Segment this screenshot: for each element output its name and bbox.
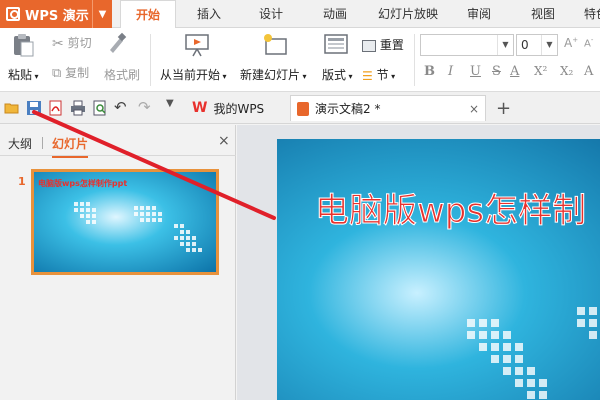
quick-access-toolbar: ↶ ↷ ▼ W 我的WPS 演示文稿2 * × + <box>0 92 600 124</box>
paste-button[interactable] <box>10 32 36 58</box>
print-icon[interactable] <box>70 100 86 116</box>
paste-text: 粘贴 <box>8 68 33 82</box>
projector-icon <box>185 34 209 57</box>
thumbnail-title: 电脑版wps怎样制作ppt <box>38 179 128 188</box>
brush-icon <box>110 32 127 53</box>
save-icon[interactable] <box>26 100 42 116</box>
format-painter-button[interactable] <box>104 32 128 56</box>
tab-review[interactable]: 审阅 <box>456 0 502 28</box>
scissors-icon: ✂ <box>52 35 64 52</box>
section-icon: ☰ <box>362 68 373 83</box>
slide-title[interactable]: 电脑版wps怎样制 <box>314 183 586 232</box>
layout-text: 版式 <box>322 68 347 82</box>
presentation-file-icon <box>297 101 309 116</box>
reset-label: 重置 <box>379 38 404 52</box>
layout-button[interactable] <box>324 34 348 56</box>
ribbon-separator <box>414 34 415 86</box>
subscript-button[interactable]: X₂ <box>560 64 573 78</box>
copy-icon: ⧉ <box>52 66 62 81</box>
slide-thumbnails-pane: 大纲 幻灯片 × 1 电脑版wps怎样制作ppt <box>0 125 236 400</box>
wps-logo-icon <box>6 7 20 21</box>
format-painter-label: 格式刷 <box>104 68 141 82</box>
tab-special[interactable]: 特色 <box>576 0 600 28</box>
cut-button[interactable]: ✂ 剪切 <box>52 34 92 52</box>
add-tab-button[interactable]: + <box>490 95 517 121</box>
doc-tab-label: 演示文稿2 * <box>315 102 381 116</box>
tab-slideshow[interactable]: 幻灯片放映 <box>368 0 448 28</box>
font-color-button[interactable]: A <box>510 64 519 79</box>
italic-button[interactable]: I <box>448 64 453 79</box>
bold-button[interactable]: B <box>424 64 435 79</box>
strikethrough-button[interactable]: S <box>492 64 501 79</box>
from-current-label[interactable]: 从当前开始 ▾ <box>160 66 227 83</box>
tab-outline[interactable]: 大纲 <box>8 135 32 152</box>
font-size-value: 0 <box>521 38 529 52</box>
from-current-button[interactable] <box>184 32 210 58</box>
font-name-select[interactable]: ▼ <box>420 34 514 56</box>
slide-thumbnail[interactable]: 电脑版wps怎样制作ppt <box>31 169 219 275</box>
pane-divider <box>0 155 236 156</box>
copy-label: 复制 <box>65 66 90 80</box>
slide-background <box>277 139 600 400</box>
superscript-button[interactable]: X² <box>534 64 547 78</box>
chevron-down-icon[interactable]: ▼ <box>541 35 557 55</box>
tab-divider <box>42 137 43 149</box>
section-button[interactable]: ☰ 节 ▾ <box>362 66 395 83</box>
shrink-font-button[interactable]: A- <box>584 36 593 49</box>
grow-font-button[interactable]: A+ <box>564 36 578 50</box>
current-slide[interactable]: 电脑版wps怎样制 <box>277 139 600 400</box>
customize-toolbar-icon[interactable]: ▼ <box>166 98 182 114</box>
tab-home[interactable]: 开始 <box>120 0 176 29</box>
slide-editor[interactable]: 电脑版wps怎样制 <box>237 125 600 400</box>
app-menu-button[interactable]: WPS 演示 ▼ <box>0 0 112 28</box>
new-slide-icon <box>264 34 287 55</box>
from-current-text: 从当前开始 <box>160 68 221 82</box>
wps-w-icon: W <box>192 100 208 116</box>
menu-bar: WPS 演示 ▼ 开始 插入 设计 动画 幻灯片放映 审阅 视图 特色 <box>0 0 600 29</box>
reset-icon <box>362 39 376 52</box>
ribbon: 粘贴 ▾ ✂ 剪切 ⧉ 复制 格式刷 从当前开始 ▾ 新建幻灯片 ▾ 版式 ▾ … <box>0 28 600 92</box>
ribbon-separator <box>150 34 151 86</box>
tab-design[interactable]: 设计 <box>248 0 294 28</box>
new-slide-label[interactable]: 新建幻灯片 ▾ <box>240 66 307 83</box>
tab-animation[interactable]: 动画 <box>312 0 358 28</box>
close-pane-icon[interactable]: × <box>218 133 230 149</box>
chevron-down-icon[interactable]: ▼ <box>92 0 112 28</box>
new-slide-text: 新建幻灯片 <box>240 68 301 82</box>
chevron-down-icon[interactable]: ▼ <box>497 35 513 55</box>
layout-label[interactable]: 版式 ▾ <box>322 66 353 83</box>
doc-tab-my-wps[interactable]: W 我的WPS <box>186 95 270 121</box>
export-pdf-icon[interactable] <box>48 100 64 116</box>
doc-tab-presentation[interactable]: 演示文稿2 * × <box>290 95 486 121</box>
cut-label: 剪切 <box>67 36 92 50</box>
redo-icon[interactable]: ↷ <box>138 98 154 116</box>
tab-insert[interactable]: 插入 <box>186 0 232 28</box>
font-size-select[interactable]: 0 ▼ <box>516 34 558 56</box>
new-slide-button[interactable] <box>262 32 288 58</box>
doc-tab-label: 我的WPS <box>213 101 265 116</box>
layout-icon <box>324 34 348 54</box>
section-label: 节 <box>376 68 389 82</box>
undo-icon[interactable]: ↶ <box>114 98 130 116</box>
tab-view[interactable]: 视图 <box>520 0 566 28</box>
close-tab-icon[interactable]: × <box>469 102 479 116</box>
app-name: WPS 演示 <box>25 8 89 24</box>
reset-button[interactable]: 重置 <box>362 36 404 53</box>
print-preview-icon[interactable] <box>92 100 108 116</box>
slide-number: 1 <box>18 175 26 188</box>
underline-button[interactable]: U <box>470 64 481 79</box>
paste-label[interactable]: 粘贴 ▾ <box>8 66 39 83</box>
copy-button[interactable]: ⧉ 复制 <box>52 64 89 81</box>
clear-format-button[interactable]: A <box>584 64 593 79</box>
open-folder-icon[interactable] <box>4 100 20 116</box>
paste-icon <box>14 34 34 57</box>
